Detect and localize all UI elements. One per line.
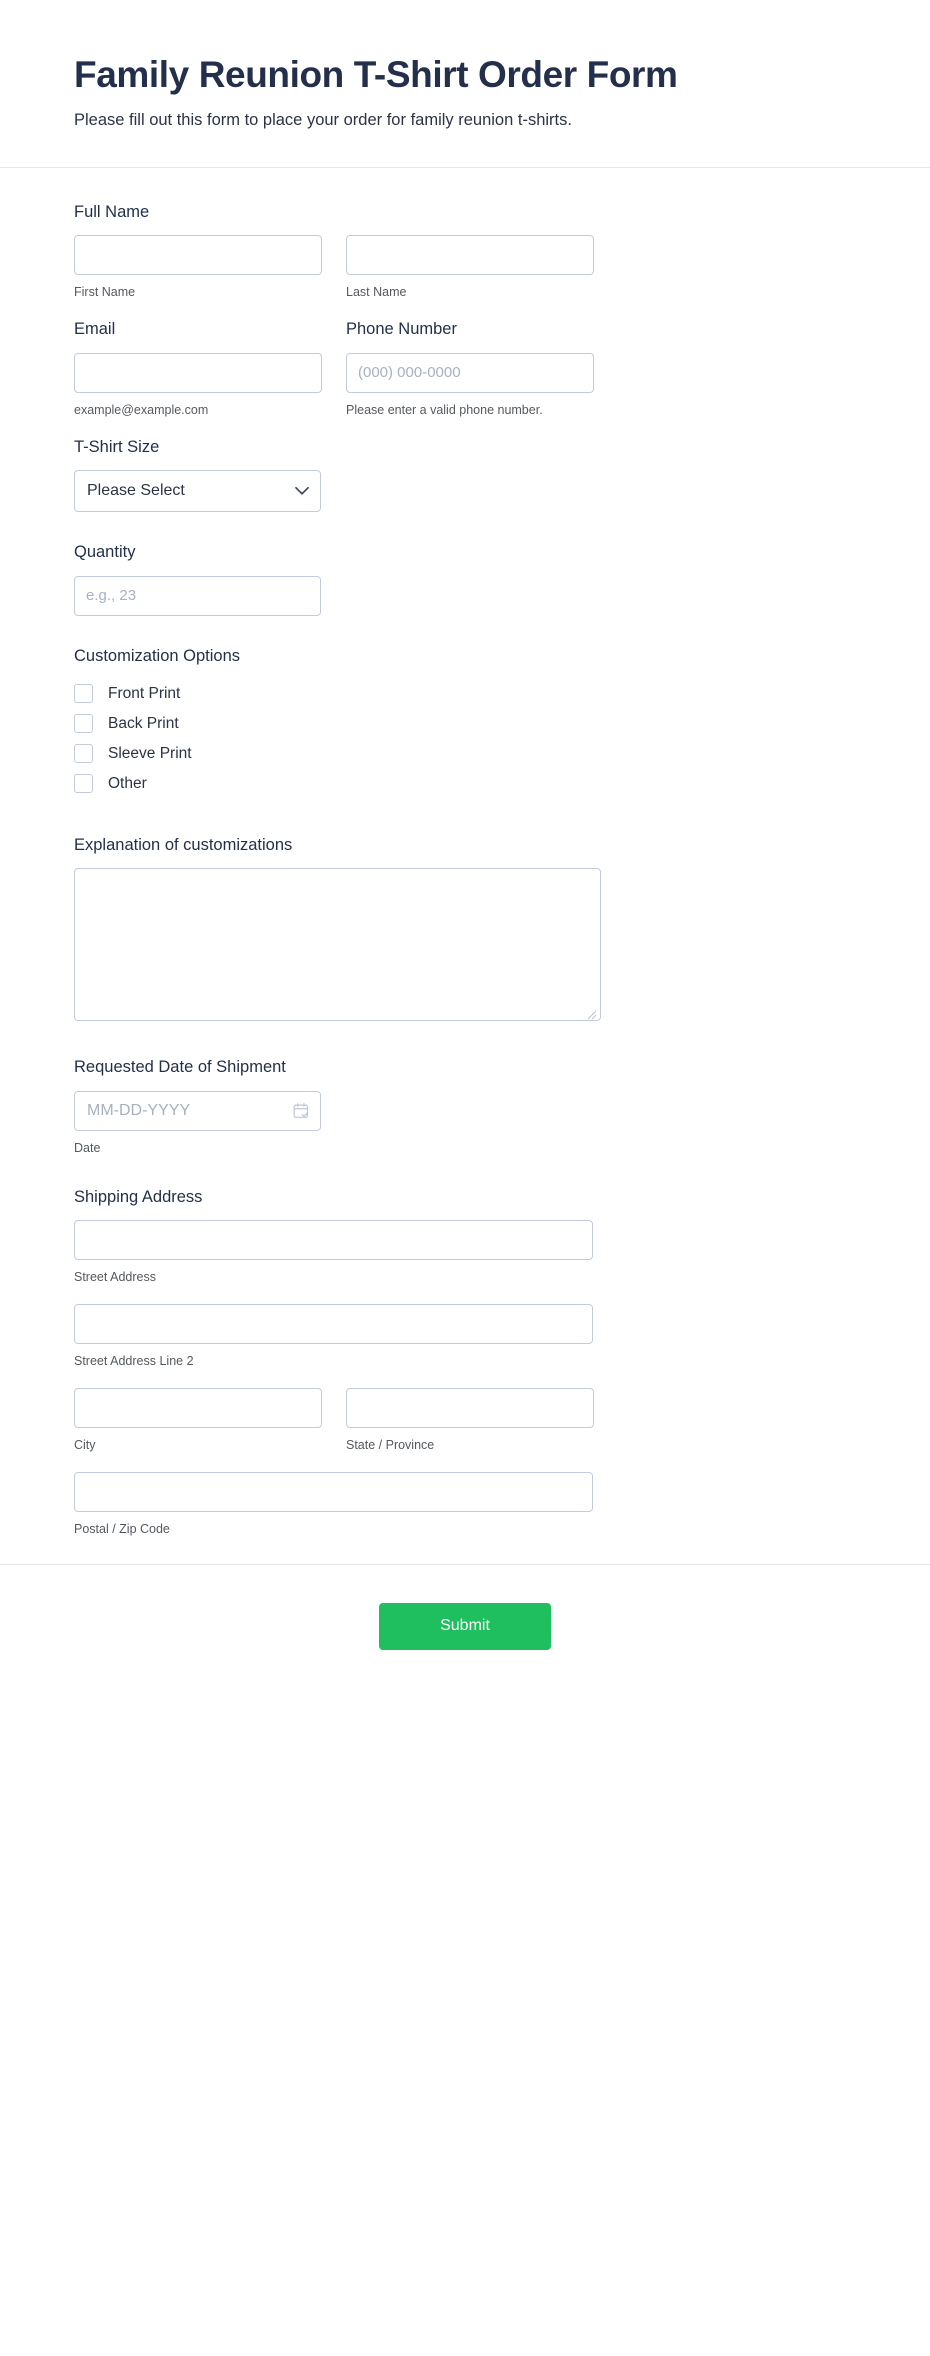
tshirt-size-select-wrapper: Please Select [74, 470, 321, 513]
shipment-date-input[interactable]: MM-DD-YYYY [74, 1090, 321, 1131]
checkbox-box-icon[interactable] [74, 684, 93, 704]
first-name-sublabel: First Name [74, 285, 136, 300]
field-customization-options: Customization Options Front Print Back P… [74, 646, 856, 799]
checkbox-label: Back Print [108, 715, 179, 733]
checkbox-box-icon[interactable] [74, 744, 93, 764]
customization-checkbox-list: Front Print Back Print Sleeve Print Othe… [74, 679, 856, 799]
email-group: Email example@example.com [74, 319, 322, 418]
last-name-input[interactable] [346, 235, 594, 276]
first-name-group: First Name [74, 235, 322, 301]
state-province-input[interactable] [346, 1387, 594, 1428]
explanation-textarea-wrapper [74, 868, 601, 1022]
page-title: Family Reunion T-Shirt Order Form [74, 54, 678, 95]
field-explanation: Explanation of customizations [74, 835, 856, 1022]
checkbox-label: Sleeve Print [108, 745, 192, 763]
phone-label: Phone Number [346, 320, 457, 339]
street-address-line2-input[interactable] [74, 1304, 593, 1345]
tshirt-size-select[interactable]: Please Select [74, 470, 321, 513]
form-body: Full Name First Name Last Name Email exa… [0, 168, 930, 1538]
email-label: Email [74, 320, 116, 339]
form-subtitle: Please fill out this form to place your … [74, 111, 572, 130]
full-name-row: First Name Last Name [74, 235, 856, 301]
checkbox-other[interactable]: Other [74, 769, 856, 799]
postal-code-group: Postal / Zip Code [74, 1471, 856, 1538]
checkbox-label: Other [108, 775, 147, 793]
field-email-phone: Email example@example.com Phone Number P… [74, 319, 856, 418]
explanation-textarea[interactable] [75, 869, 600, 1021]
full-name-label: Full Name [74, 203, 150, 222]
street-address-sublabel: Street Address [74, 1270, 156, 1285]
state-group: State / Province [346, 1387, 594, 1454]
street-address-line2-sublabel: Street Address Line 2 [74, 1354, 194, 1369]
resize-handle-icon[interactable] [587, 1007, 597, 1020]
submit-button[interactable]: Submit [379, 1602, 551, 1650]
shipment-date-label: Requested Date of Shipment [74, 1058, 286, 1077]
first-name-input[interactable] [74, 235, 322, 276]
quantity-label: Quantity [74, 543, 136, 562]
shipment-date-sublabel: Date [74, 1140, 101, 1155]
tshirt-size-selected-value: Please Select [87, 482, 185, 500]
street-address-group: Street Address [74, 1220, 856, 1286]
field-tshirt-size: T-Shirt Size Please Select [74, 437, 856, 513]
phone-input[interactable] [346, 352, 594, 393]
checkbox-box-icon[interactable] [74, 774, 93, 794]
postal-code-input[interactable] [74, 1471, 593, 1512]
email-phone-row: Email example@example.com Phone Number P… [74, 319, 856, 418]
city-state-row: City State / Province [74, 1387, 856, 1454]
checkbox-box-icon[interactable] [74, 714, 93, 734]
email-sublabel: example@example.com [74, 402, 209, 417]
tshirt-size-label: T-Shirt Size [74, 437, 160, 456]
field-quantity: Quantity [74, 542, 856, 616]
shipping-address-label: Shipping Address [74, 1187, 203, 1206]
city-input[interactable] [74, 1387, 322, 1428]
explanation-label: Explanation of customizations [74, 835, 293, 854]
shipment-date-wrapper: MM-DD-YYYY [74, 1090, 321, 1131]
city-sublabel: City [74, 1437, 96, 1452]
phone-group: Phone Number Please enter a valid phone … [346, 319, 594, 418]
customization-options-label: Customization Options [74, 646, 240, 665]
city-group: City [74, 1387, 322, 1454]
checkbox-sleeve-print[interactable]: Sleeve Print [74, 739, 856, 769]
checkbox-front-print[interactable]: Front Print [74, 679, 856, 709]
email-input[interactable] [74, 352, 322, 393]
form-header: Family Reunion T-Shirt Order Form Please… [0, 0, 930, 169]
quantity-input[interactable] [74, 575, 321, 616]
calendar-icon[interactable] [293, 1102, 310, 1119]
last-name-sublabel: Last Name [346, 285, 407, 300]
shipment-date-placeholder: MM-DD-YYYY [87, 1101, 191, 1119]
last-name-group: Last Name [346, 235, 594, 301]
checkbox-back-print[interactable]: Back Print [74, 709, 856, 739]
street-address-input[interactable] [74, 1220, 593, 1261]
street-address-2-group: Street Address Line 2 [74, 1304, 856, 1370]
checkbox-label: Front Print [108, 685, 181, 703]
field-shipment-date: Requested Date of Shipment MM-DD-YYYY Da… [74, 1057, 856, 1156]
field-shipping-address: Shipping Address Street Address Street A… [74, 1187, 856, 1538]
state-province-sublabel: State / Province [346, 1437, 435, 1452]
field-full-name: Full Name First Name Last Name [74, 202, 856, 301]
phone-sublabel: Please enter a valid phone number. [346, 402, 543, 417]
postal-code-sublabel: Postal / Zip Code [74, 1521, 170, 1536]
form-footer: Submit [0, 1563, 930, 1702]
order-form-page: Family Reunion T-Shirt Order Form Please… [0, 0, 930, 2356]
